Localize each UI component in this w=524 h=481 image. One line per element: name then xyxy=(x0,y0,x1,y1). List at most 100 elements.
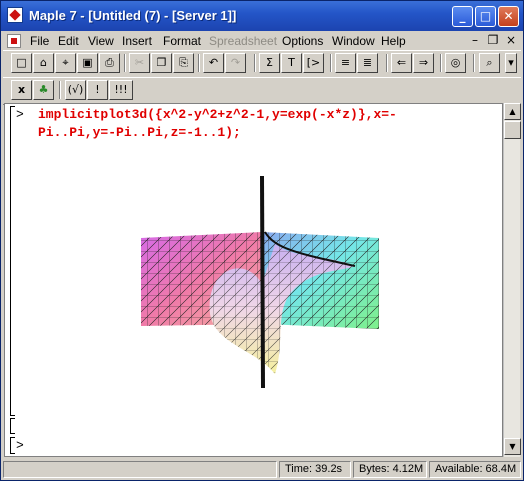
execute-icon: ! xyxy=(95,83,100,96)
collapse-section-icon: ≡ xyxy=(340,56,351,69)
stop-icon: ◎ xyxy=(450,56,461,69)
stop-button[interactable]: ◎ xyxy=(445,53,466,73)
3d-plot[interactable] xyxy=(125,174,385,394)
open-folder-button[interactable]: ⌂ xyxy=(33,53,54,73)
save-button[interactable]: ▣ xyxy=(77,53,98,73)
interrupt-icon: x xyxy=(17,83,26,96)
new-document-button[interactable]: □ xyxy=(11,53,32,73)
implicit-surface-plot xyxy=(141,176,379,388)
maximize-button[interactable]: □ xyxy=(475,6,496,27)
back-arrow-icon: ⇐ xyxy=(396,56,407,69)
menu-insert[interactable]: Insert xyxy=(122,34,152,48)
main-toolbar: □ ⌂ ⌖ ▣ ⎙ ✂ ❐ ⎘ ↶ ↷ Σ T [> ≡ ≣ ⇐ ⇒ ◎ ⌕ ▾ xyxy=(3,50,521,78)
final-prompt[interactable]: > xyxy=(16,438,24,453)
mdi-restore-icon[interactable]: ❐ xyxy=(485,33,501,48)
cut-button[interactable]: ✂ xyxy=(129,53,150,73)
toolbar-overflow-button[interactable]: ▾ xyxy=(505,53,517,73)
context-toolbar: x ♣ (√)!!!! xyxy=(3,77,521,105)
menu-format[interactable]: Format xyxy=(163,34,201,48)
zoom-icon: ⌕ xyxy=(486,56,493,69)
mdi-minimize-icon[interactable]: – xyxy=(467,33,483,48)
vertical-scrollbar[interactable]: ▲ ▼ xyxy=(503,103,521,457)
collapse-section-button[interactable]: ≡ xyxy=(335,53,356,73)
arrow-up-icon: ▲ xyxy=(509,107,516,116)
status-bytes: Bytes: 4.12M xyxy=(353,461,427,478)
zoom-button[interactable]: ⌕ xyxy=(479,53,500,73)
new-document-icon: □ xyxy=(16,56,27,69)
text-icon: T xyxy=(288,56,295,69)
redo-button[interactable]: ↷ xyxy=(225,53,246,73)
status-available: Available: 68.4M xyxy=(429,461,521,478)
print-button[interactable]: ⎙ xyxy=(99,53,120,73)
menu-window[interactable]: Window xyxy=(332,34,375,48)
title-bar[interactable]: Maple 7 - [Untitled (7) - [Server 1]] _ … xyxy=(1,1,523,31)
status-time: Time: 39.2s xyxy=(279,461,351,478)
minimize-button[interactable]: _ xyxy=(452,6,473,27)
menu-options[interactable]: Options xyxy=(282,34,323,48)
toolbar-separator xyxy=(473,54,475,72)
execution-group-bracket xyxy=(10,106,15,416)
command-line-2[interactable]: Pi..Pi,y=-Pi..Pi,z=-1..1); xyxy=(38,124,498,142)
menu-bar: File Edit View Insert Format Spreadsheet… xyxy=(1,32,523,50)
minimize-icon: _ xyxy=(459,9,466,23)
menu-spreadsheet[interactable]: Spreadsheet xyxy=(209,34,277,48)
open-url-icon: ⌖ xyxy=(62,56,69,69)
mdi-close-icon[interactable]: × xyxy=(503,33,519,48)
menu-edit[interactable]: Edit xyxy=(58,34,79,48)
check-syntax-button[interactable]: (√) xyxy=(65,80,86,100)
empty-group-bracket xyxy=(10,418,15,434)
maple-window: Maple 7 - [Untitled (7) - [Server 1]] _ … xyxy=(0,0,524,481)
close-icon: ✕ xyxy=(503,9,514,23)
undo-button[interactable]: ↶ xyxy=(203,53,224,73)
expand-section-button[interactable]: ≣ xyxy=(357,53,378,73)
status-message xyxy=(3,461,277,478)
input-prompt: > xyxy=(16,107,24,122)
scroll-thumb[interactable] xyxy=(504,121,521,139)
window-title: Maple 7 - [Untitled (7) - [Server 1]] xyxy=(29,8,237,23)
menu-view[interactable]: View xyxy=(88,34,114,48)
maple-leaf-button[interactable]: ♣ xyxy=(33,80,54,100)
document-menu-icon[interactable] xyxy=(7,34,21,48)
scroll-down-button[interactable]: ▼ xyxy=(504,438,521,455)
menu-file[interactable]: File xyxy=(30,34,49,48)
execution-group-button[interactable]: [> xyxy=(303,53,324,73)
toolbar-separator xyxy=(254,54,256,72)
toolbar-separator xyxy=(124,54,126,72)
forward-arrow-icon: ⇒ xyxy=(418,56,429,69)
save-icon: ▣ xyxy=(82,56,93,69)
command-line-1[interactable]: implicitplot3d({x^2-y^2+z^2-1,y=exp(-x*z… xyxy=(38,106,498,124)
status-bar: Time: 39.2s Bytes: 4.12M Available: 68.4… xyxy=(1,460,523,480)
maple-app-icon[interactable] xyxy=(7,7,23,23)
worksheet[interactable]: > implicitplot3d({x^2-y^2+z^2-1,y=exp(-x… xyxy=(4,103,503,457)
chevron-down-icon: ▾ xyxy=(508,56,514,69)
execute-button[interactable]: ! xyxy=(87,80,108,100)
text-button[interactable]: T xyxy=(281,53,302,73)
menu-help[interactable]: Help xyxy=(381,34,406,48)
toolbar-separator xyxy=(198,54,200,72)
toolbar-separator xyxy=(386,54,388,72)
maple-leaf-icon: ♣ xyxy=(38,83,49,96)
cut-icon: ✂ xyxy=(134,56,145,69)
open-folder-icon: ⌂ xyxy=(40,56,47,69)
paste-icon: ⎘ xyxy=(179,56,188,69)
back-arrow-button[interactable]: ⇐ xyxy=(391,53,412,73)
paste-button[interactable]: ⎘ xyxy=(173,53,194,73)
toolbar-separator xyxy=(330,54,332,72)
open-url-button[interactable]: ⌖ xyxy=(55,53,76,73)
scroll-up-button[interactable]: ▲ xyxy=(504,103,521,120)
print-icon: ⎙ xyxy=(105,56,114,69)
copy-button[interactable]: ❐ xyxy=(151,53,172,73)
interrupt-button[interactable]: x xyxy=(11,80,32,100)
expand-section-icon: ≣ xyxy=(362,56,373,69)
execute-all-button[interactable]: !!! xyxy=(109,80,133,100)
sum-button[interactable]: Σ xyxy=(259,53,280,73)
arrow-down-icon: ▼ xyxy=(509,442,516,451)
copy-icon: ❐ xyxy=(156,56,167,69)
check-syntax-icon: (√) xyxy=(67,83,84,96)
sum-icon: Σ xyxy=(266,56,273,69)
toolbar-separator xyxy=(59,81,61,99)
forward-arrow-button[interactable]: ⇒ xyxy=(413,53,434,73)
close-button[interactable]: ✕ xyxy=(498,6,519,27)
toolbar-separator xyxy=(440,54,442,72)
final-group-bracket xyxy=(10,437,15,454)
